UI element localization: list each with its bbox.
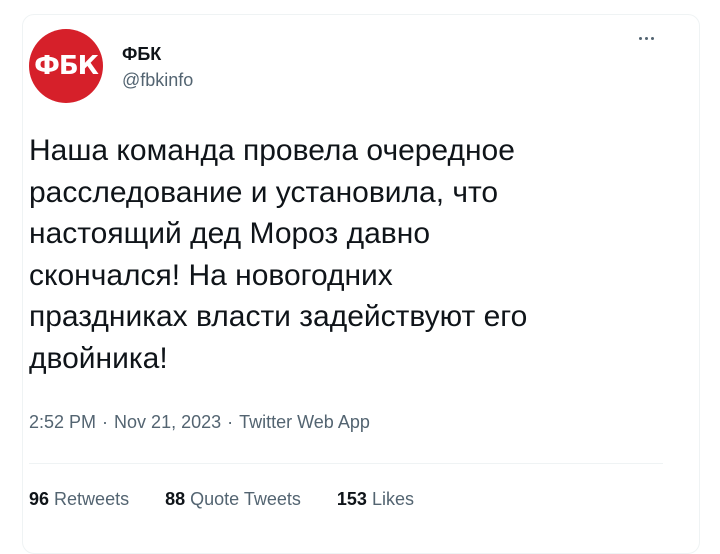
tweet-meta: 2:52 PM · Nov 21, 2023 · Twitter Web App (29, 412, 370, 433)
retweets-count: 96 (29, 489, 50, 509)
retweets-label: Retweets (54, 489, 130, 509)
likes-stat[interactable]: 153 Likes (337, 489, 414, 510)
more-dots-icon[interactable] (628, 28, 664, 48)
tweet-time[interactable]: 2:52 PM (29, 412, 96, 433)
quote-tweets-label: Quote Tweets (190, 489, 301, 509)
likes-count: 153 (336, 489, 367, 509)
meta-separator: · (227, 412, 234, 432)
meta-separator: · (102, 412, 109, 432)
author-name[interactable]: ФБК (122, 44, 161, 65)
tweet-source[interactable]: Twitter Web App (239, 412, 370, 433)
retweets-stat[interactable]: 96 Retweets (29, 489, 129, 510)
avatar-logo-text: ФБК (34, 51, 99, 81)
tweet-stats: 96 Retweets 88 Quote Tweets 153 Likes (29, 489, 414, 510)
divider (29, 463, 663, 464)
quote-tweets-count: 88 (165, 489, 186, 509)
avatar[interactable]: ФБК (29, 29, 103, 103)
quote-tweets-stat[interactable]: 88 Quote Tweets (165, 489, 301, 510)
author-handle[interactable]: @fbkinfo (122, 70, 193, 91)
tweet-date[interactable]: Nov 21, 2023 (114, 412, 221, 433)
more-dot (644, 36, 648, 40)
likes-label: Likes (371, 489, 414, 509)
tweet-text: Наша команда провела очередное расследов… (29, 134, 528, 375)
more-dot (638, 36, 642, 40)
more-dot (650, 36, 654, 40)
